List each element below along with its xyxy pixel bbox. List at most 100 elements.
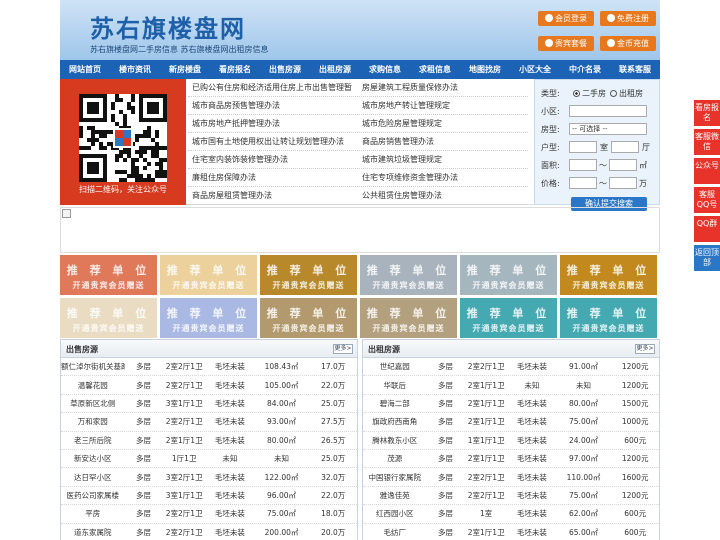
table-row[interactable]: 平房 多层 2室2厅1卫 毛坯未装 75.00㎡ 18.0万 xyxy=(61,505,357,524)
table-cell[interactable]: 平房 xyxy=(61,508,125,519)
rent-more-button[interactable]: 更多> xyxy=(635,344,655,354)
table-cell[interactable]: 雅逸佳苑 xyxy=(363,490,427,501)
news-link[interactable]: 城市危险房屋管理规定 xyxy=(358,115,528,132)
table-cell[interactable]: 医药公司家属楼 xyxy=(61,490,125,501)
side-button[interactable]: 看房报名 xyxy=(694,100,720,126)
news-link[interactable]: 已购公有住房和经济适用住房上市出售管理暂 xyxy=(188,79,358,96)
ad-tile[interactable]: 推 荐 单 位开通贵宾会员赠送 xyxy=(460,255,557,295)
ad-tile[interactable]: 推 荐 单 位开通贵宾会员赠送 xyxy=(260,255,357,295)
price-min-input[interactable] xyxy=(569,177,597,189)
table-cell[interactable]: 草原新区北侧 xyxy=(61,398,125,409)
ad-tile[interactable]: 推 荐 单 位开通贵宾会员赠送 xyxy=(560,255,657,295)
news-link[interactable]: 房屋建筑工程质量保修办法 xyxy=(358,79,528,96)
table-row[interactable]: 世纪嘉园 多层 2室2厅1卫 毛坯未装 91.00㎡ 1200元 xyxy=(363,358,659,377)
table-row[interactable]: 茂源 多层 2室1厅1卫 毛坯未装 97.00㎡ 1200元 xyxy=(363,450,659,469)
table-cell[interactable]: 老三所后院 xyxy=(61,435,125,446)
price-max-input[interactable] xyxy=(609,177,637,189)
news-link[interactable]: 城市建筑垃圾管理规定 xyxy=(358,151,528,168)
news-link[interactable]: 城市国有土地使用权出让转让规划管理办法 xyxy=(188,133,358,150)
table-row[interactable]: 华联后 多层 2室1厅1卫 未知 未知 1200元 xyxy=(363,376,659,395)
nav-item[interactable]: 小区大全 xyxy=(510,60,560,79)
nav-item[interactable]: 楼市资讯 xyxy=(110,60,160,79)
table-cell[interactable]: 世纪嘉园 xyxy=(363,361,427,372)
news-link[interactable]: 商品房屋租赁管理办法 xyxy=(188,187,358,204)
table-row[interactable]: 腾林教东小区 多层 1室1厅1卫 毛坯未装 24.00㎡ 600元 xyxy=(363,432,659,450)
news-link[interactable]: 公共租赁住房管理办法 xyxy=(358,187,528,204)
site-title[interactable]: 苏右旗楼盘网 xyxy=(90,9,246,44)
table-cell[interactable]: 万和家园 xyxy=(61,416,125,427)
news-link[interactable]: 廉租住房保障办法 xyxy=(188,169,358,186)
table-cell[interactable]: 道东家属院 xyxy=(61,527,125,538)
rooms-select[interactable] xyxy=(569,141,597,153)
nav-item[interactable]: 出售房源 xyxy=(260,60,310,79)
side-button[interactable]: 客服微信 xyxy=(694,129,720,155)
table-row[interactable]: 中国银行家属院 多层 2室2厅1卫 毛坯未装 110.00㎡ 1600元 xyxy=(363,468,659,487)
login-button[interactable]: 会员登录 xyxy=(538,11,594,26)
table-cell[interactable]: 达日罕小区 xyxy=(61,472,125,483)
nav-item[interactable]: 网站首页 xyxy=(60,60,110,79)
ad-tile[interactable]: 推 荐 单 位开通贵宾会员赠送 xyxy=(460,298,557,338)
table-row[interactable]: 毛纺厂 多层 2室1厅1卫 毛坯未装 65.00㎡ 600元 xyxy=(363,524,659,540)
table-cell[interactable]: 茂源 xyxy=(363,453,427,464)
news-link[interactable]: 城市房地产抵押管理办法 xyxy=(188,115,358,132)
nav-item[interactable]: 地图找房 xyxy=(460,60,510,79)
table-row[interactable]: 红西园小区 多层 1室 毛坯未装 62.00㎡ 600元 xyxy=(363,505,659,524)
banner-image[interactable] xyxy=(60,207,660,253)
table-row[interactable]: 旗政府西南角 多层 2室1厅1卫 毛坯未装 75.00㎡ 1000元 xyxy=(363,413,659,432)
table-row[interactable]: 额仁淖尔街机关基路 多层 2室2厅1卫 毛坯未装 108.43㎡ 17.0万 xyxy=(61,358,357,377)
ad-tile[interactable]: 推 荐 单 位开通贵宾会员赠送 xyxy=(360,255,457,295)
nav-item[interactable]: 看房报名 xyxy=(210,60,260,79)
table-cell[interactable]: 温馨花园 xyxy=(61,380,125,391)
table-row[interactable]: 万和家园 多层 2室2厅1卫 毛坯未装 93.00㎡ 27.5万 xyxy=(61,413,357,432)
ad-tile[interactable]: 推 荐 单 位开通贵宾会员赠送 xyxy=(60,255,157,295)
side-button[interactable]: 公众号 xyxy=(694,158,720,184)
table-cell[interactable]: 红西园小区 xyxy=(363,508,427,519)
nav-item[interactable]: 求租信息 xyxy=(410,60,460,79)
district-input[interactable] xyxy=(569,105,647,117)
radio-secondhand[interactable] xyxy=(573,89,580,97)
nav-item[interactable]: 中介名录 xyxy=(560,60,610,79)
table-row[interactable]: 温馨花园 多层 2室2厅1卫 毛坯未装 105.00㎡ 22.0万 xyxy=(61,376,357,395)
hall-select[interactable] xyxy=(611,141,639,153)
news-link[interactable]: 商品房销售管理办法 xyxy=(358,133,528,150)
table-row[interactable]: 雅逸佳苑 多层 2室2厅1卫 毛坯未装 75.00㎡ 1200元 xyxy=(363,487,659,506)
table-cell[interactable]: 华联后 xyxy=(363,380,427,391)
table-row[interactable]: 草原新区北侧 多层 3室1厅1卫 毛坯未装 84.00㎡ 25.0万 xyxy=(61,395,357,414)
news-link[interactable]: 城市商品房预售管理办法 xyxy=(188,97,358,114)
ad-tile[interactable]: 推 荐 单 位开通贵宾会员赠送 xyxy=(160,298,257,338)
table-row[interactable]: 新安达小区 多层 1厅1卫 未知 未知 25.0万 xyxy=(61,450,357,469)
ad-tile[interactable]: 推 荐 单 位开通贵宾会员赠送 xyxy=(160,255,257,295)
register-button[interactable]: 免费注册 xyxy=(600,11,656,26)
coin-recharge-button[interactable]: 金币充值 xyxy=(600,36,656,51)
table-row[interactable]: 达日罕小区 多层 3室2厅1卫 毛坯未装 122.00㎡ 32.0万 xyxy=(61,468,357,487)
news-link[interactable]: 城市房地产转让管理规定 xyxy=(358,97,528,114)
area-min-input[interactable] xyxy=(569,159,597,171)
table-row[interactable]: 老三所后院 多层 2室1厅1卫 毛坯未装 80.00㎡ 26.5万 xyxy=(61,432,357,450)
ad-tile[interactable]: 推 荐 单 位开通贵宾会员赠送 xyxy=(360,298,457,338)
news-link[interactable]: 住宅专项维修资金管理办法 xyxy=(358,169,528,186)
area-max-input[interactable] xyxy=(609,159,637,171)
news-link[interactable]: 住宅室内装饰装修管理办法 xyxy=(188,151,358,168)
radio-rent[interactable] xyxy=(610,89,617,97)
nav-item[interactable]: 出租房源 xyxy=(310,60,360,79)
table-row[interactable]: 道东家属院 多层 2室2厅1卫 毛坯未装 200.00㎡ 20.0万 xyxy=(61,524,357,540)
ad-tile[interactable]: 推 荐 单 位开通贵宾会员赠送 xyxy=(60,298,157,338)
side-button[interactable]: 客服QQ号 xyxy=(694,187,720,213)
side-button[interactable]: QQ群 xyxy=(694,216,720,242)
sale-more-button[interactable]: 更多> xyxy=(333,344,353,354)
vip-package-button[interactable]: 贵宾套餐 xyxy=(538,36,594,51)
table-cell[interactable]: 腾林教东小区 xyxy=(363,435,427,446)
nav-item[interactable]: 求购信息 xyxy=(360,60,410,79)
side-button[interactable]: 返回顶部 xyxy=(694,245,720,271)
table-cell[interactable]: 额仁淖尔街机关基路 xyxy=(61,361,125,372)
ad-tile[interactable]: 推 荐 单 位开通贵宾会员赠送 xyxy=(260,298,357,338)
ad-tile[interactable]: 推 荐 单 位开通贵宾会员赠送 xyxy=(560,298,657,338)
nav-item[interactable]: 新房楼盘 xyxy=(160,60,210,79)
table-cell[interactable]: 毛纺厂 xyxy=(363,527,427,538)
nav-item[interactable]: 联系客服 xyxy=(610,60,660,79)
table-cell[interactable]: 碧海二部 xyxy=(363,398,427,409)
layout-select[interactable]: -- 可选择 -- xyxy=(569,123,647,135)
table-row[interactable]: 医药公司家属楼 多层 3室1厅1卫 毛坯未装 96.00㎡ 22.0万 xyxy=(61,487,357,506)
table-cell[interactable]: 中国银行家属院 xyxy=(363,472,427,483)
table-row[interactable]: 碧海二部 多层 2室1厅1卫 毛坯未装 80.00㎡ 1500元 xyxy=(363,395,659,414)
